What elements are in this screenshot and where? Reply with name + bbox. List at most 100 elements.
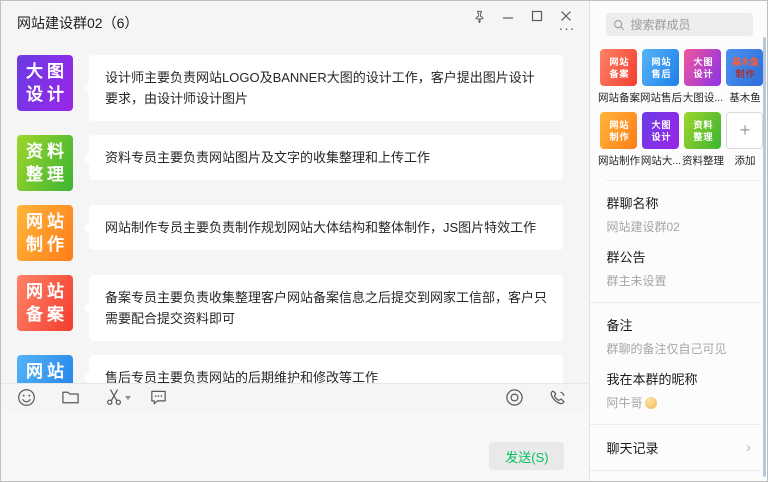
avatar-text-line2: 制作: [735, 68, 755, 80]
member-name: 大图设...: [683, 90, 723, 105]
chat-message: 大图 设计 设计师主要负责网站LOGO及BANNER大图的设计工作，客户提出图片…: [17, 55, 589, 121]
screen-record-icon[interactable]: [503, 387, 525, 409]
avatar-text-line1: 网站: [609, 56, 629, 68]
avatar-text-line2: 售后: [651, 68, 671, 80]
member-item[interactable]: 大图 设计 网站大...: [640, 112, 681, 168]
avatar-text-line2: 制作: [609, 131, 629, 143]
titlebar: 网站建设群02（6） ···: [1, 1, 589, 47]
member-name: 网站备案: [598, 90, 640, 105]
chat-title: 网站建设群02（6）: [17, 13, 138, 33]
avatar-text-line2: 备案: [26, 303, 68, 326]
sender-avatar[interactable]: 网站 售后: [17, 355, 73, 383]
chat-history-label: 聊天记录: [606, 438, 658, 457]
avatar-text-line2: 设计: [26, 83, 68, 106]
member-name: 基木鱼: [729, 90, 761, 105]
section-value: 阿牛哥: [606, 394, 745, 411]
add-member-item[interactable]: + 添加: [724, 112, 765, 168]
member-avatar[interactable]: 网站 制作: [600, 112, 637, 149]
section-value: 网站建设群02: [606, 218, 751, 235]
member-avatar[interactable]: 基木鱼 制作: [726, 49, 763, 86]
member-item[interactable]: 资料 整理 资料整理: [682, 112, 723, 168]
member-avatar[interactable]: 大图 设计: [642, 112, 679, 149]
section-title: 我在本群的昵称: [606, 369, 745, 388]
chat-message: 网站 售后 售后专员主要负责网站的后期维护和修改等工作: [17, 355, 589, 383]
chat-panel: 网站建设群02（6） ··· 大图 设计: [1, 1, 589, 481]
avatar-text-line2: 整理: [26, 163, 68, 186]
message-text: 资料专员主要负责网站图片及文字的收集整理和上传工作: [105, 147, 430, 168]
member-avatar[interactable]: 网站 备案: [600, 49, 637, 86]
chat-history-icon[interactable]: [147, 387, 169, 409]
message-bubble[interactable]: 资料专员主要负责网站图片及文字的收集整理和上传工作: [89, 135, 563, 180]
message-bubble[interactable]: 设计师主要负责网站LOGO及BANNER大图的设计工作，客户提出图片设计要求，由…: [89, 55, 563, 121]
section-value-text: 阿牛哥: [606, 394, 642, 411]
message-bubble[interactable]: 备案专员主要负责收集整理客户网站备案信息之后提交到网家工信部，客户只需要配合提交…: [89, 275, 563, 341]
maximize-button[interactable]: [526, 6, 548, 26]
section-title: 群聊名称: [606, 193, 751, 212]
sender-avatar[interactable]: 网站 制作: [17, 205, 73, 261]
scissors-dropdown-caret[interactable]: [125, 396, 131, 400]
group-info-sections: 群聊名称 网站建设群02 群公告 群主未设置 备注 群聊的备注仅自己可见 我在本…: [590, 181, 767, 425]
chat-message: 网站 制作 网站制作专员主要负责制作规划网站大体结构和整体制作，JS图片特效工作: [17, 205, 589, 261]
info-section[interactable]: 我在本群的昵称 阿牛哥: [590, 357, 761, 425]
pin-icon[interactable]: [468, 6, 490, 26]
message-input[interactable]: [17, 415, 479, 445]
avatar-text-line1: 网站: [26, 210, 68, 233]
chat-history-link[interactable]: 聊天记录 ›: [590, 425, 761, 471]
avatar-text-line2: 设计: [693, 68, 713, 80]
message-text: 备案专员主要负责收集整理客户网站备案信息之后提交到网家工信部，客户只需要配合提交…: [105, 287, 547, 329]
info-section[interactable]: 群公告 群主未设置: [590, 235, 761, 303]
member-item[interactable]: 网站 备案 网站备案: [598, 49, 639, 105]
member-item[interactable]: 基木鱼 制作 基木鱼: [724, 49, 765, 105]
sender-avatar[interactable]: 网站 备案: [17, 275, 73, 331]
sidebar-scrollbar[interactable]: [763, 37, 766, 477]
wechat-group-chat-window: 网站建设群02（6） ··· 大图 设计: [0, 0, 768, 482]
nickname-emoji: [645, 397, 657, 409]
sender-avatar[interactable]: 资料 整理: [17, 135, 73, 191]
search-placeholder: 搜索群成员: [630, 16, 690, 33]
avatar-text-line1: 大图: [26, 60, 68, 83]
more-menu-button[interactable]: ···: [558, 22, 575, 34]
avatar-text-line1: 大图: [651, 119, 671, 131]
avatar-text-line1: 资料: [26, 140, 68, 163]
info-section[interactable]: 备注 群聊的备注仅自己可见: [590, 303, 767, 357]
message-bubble[interactable]: 售后专员主要负责网站的后期维护和修改等工作: [89, 355, 563, 383]
section-value: 群主未设置: [606, 272, 745, 289]
avatar-text-line2: 整理: [693, 131, 713, 143]
message-text: 售后专员主要负责网站的后期维护和修改等工作: [105, 367, 378, 383]
info-section[interactable]: 群聊名称 网站建设群02: [590, 181, 767, 235]
avatar-text-line1: 网站: [26, 360, 68, 383]
plus-icon: +: [740, 120, 751, 141]
toggle-settings: 显示群成员昵称 消息免打扰 置顶聊天: [590, 471, 767, 481]
avatar-text-line1: 网站: [609, 119, 629, 131]
voice-call-icon[interactable]: [547, 387, 569, 409]
member-avatar[interactable]: 资料 整理: [684, 112, 721, 149]
send-button[interactable]: 发送(S): [489, 442, 564, 470]
section-value: 群聊的备注仅自己可见: [606, 340, 751, 357]
add-member-button[interactable]: +: [726, 112, 763, 149]
member-name: 网站制作: [598, 153, 640, 168]
member-item[interactable]: 大图 设计 大图设...: [682, 49, 723, 105]
avatar-text-line1: 网站: [26, 280, 68, 303]
add-member-label: 添加: [734, 153, 755, 168]
group-info-sidebar: 搜索群成员 网站 备案 网站备案 网站 售后 网站售后 大图 设计 大图设...…: [589, 1, 767, 481]
file-folder-icon[interactable]: [59, 387, 81, 409]
member-item[interactable]: 网站 售后 网站售后: [640, 49, 681, 105]
member-avatar[interactable]: 大图 设计: [684, 49, 721, 86]
message-text: 网站制作专员主要负责制作规划网站大体结构和整体制作，JS图片特效工作: [105, 217, 536, 238]
minimize-button[interactable]: [497, 6, 519, 26]
chat-message: 资料 整理 资料专员主要负责网站图片及文字的收集整理和上传工作: [17, 135, 589, 191]
member-item[interactable]: 网站 制作 网站制作: [598, 112, 639, 168]
screenshot-scissors-icon[interactable]: [103, 387, 125, 409]
emoji-icon[interactable]: [15, 387, 37, 409]
member-name: 网站大...: [641, 153, 681, 168]
avatar-text-line1: 资料: [693, 119, 713, 131]
search-member-input[interactable]: 搜索群成员: [606, 13, 753, 36]
sender-avatar[interactable]: 大图 设计: [17, 55, 73, 111]
message-bubble[interactable]: 网站制作专员主要负责制作规划网站大体结构和整体制作，JS图片特效工作: [89, 205, 563, 250]
avatar-text-line1: 网站: [651, 56, 671, 68]
section-title: 备注: [606, 315, 751, 334]
composer-toolbar: [1, 383, 589, 411]
avatar-text-line2: 备案: [609, 68, 629, 80]
avatar-text-line2: 设计: [651, 131, 671, 143]
member-avatar[interactable]: 网站 售后: [642, 49, 679, 86]
